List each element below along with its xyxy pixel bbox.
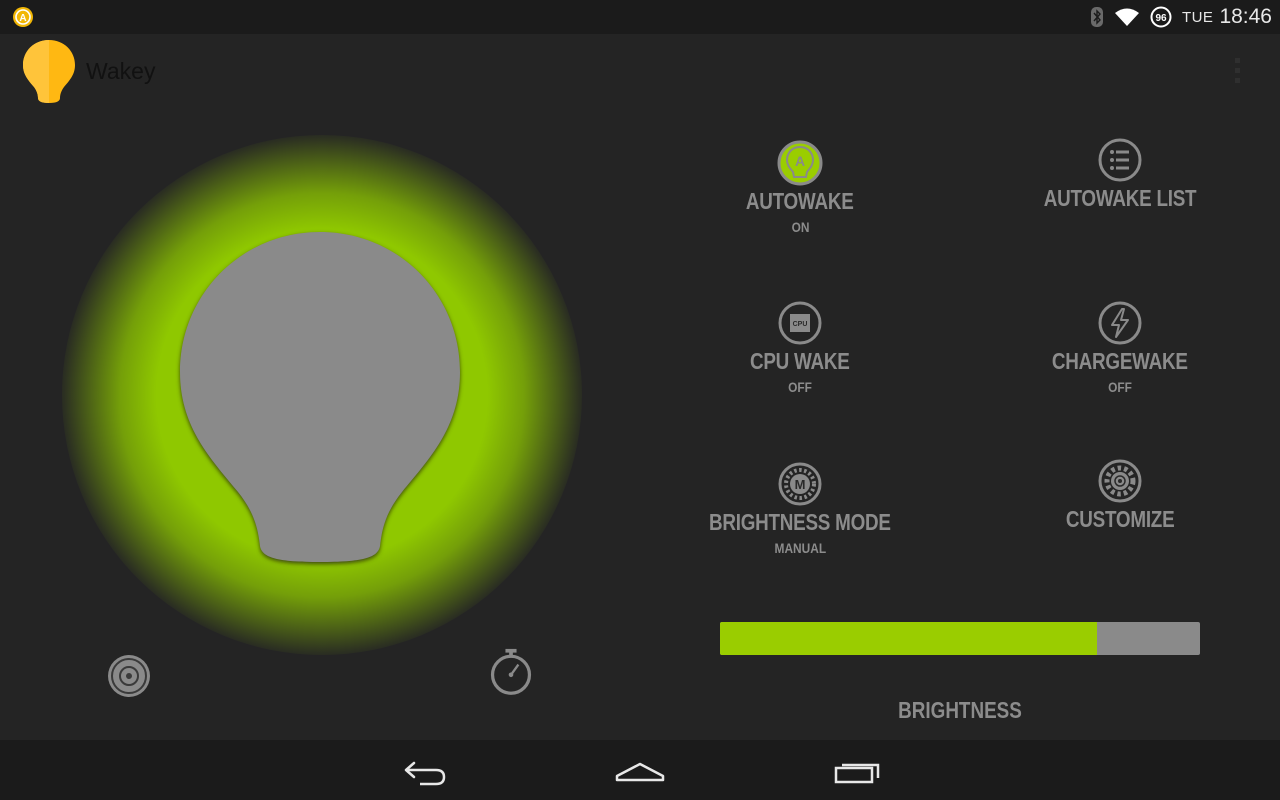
bulb-toggle[interactable] bbox=[150, 210, 490, 590]
status-icons: 96 TUE 18:46 bbox=[1090, 0, 1272, 34]
tile-status: ON bbox=[791, 219, 809, 235]
brightness-slider-fill bbox=[720, 622, 1097, 655]
timer-icon[interactable] bbox=[487, 648, 535, 696]
back-icon[interactable] bbox=[392, 748, 456, 792]
home-icon[interactable] bbox=[608, 748, 672, 792]
manual-mode-icon: M bbox=[778, 462, 822, 506]
brightness-slider[interactable] bbox=[720, 622, 1200, 655]
tile-cpu-wake[interactable]: CPU CPU WAKE OFF bbox=[670, 300, 930, 395]
status-day: TUE bbox=[1181, 8, 1214, 26]
autowake-notification-icon: A bbox=[13, 7, 33, 27]
gear-icon bbox=[1098, 459, 1142, 503]
tile-label: CHARGEWAKE bbox=[1052, 348, 1188, 374]
tile-status: MANUAL bbox=[774, 540, 826, 556]
tile-chargewake[interactable]: CHARGEWAKE OFF bbox=[990, 300, 1250, 395]
disc-icon[interactable] bbox=[105, 652, 153, 700]
tile-brightness-mode[interactable]: M BRIGHTNESS MODE MANUAL bbox=[670, 461, 930, 556]
autowake-icon: A bbox=[777, 140, 823, 186]
action-bar: Wakey bbox=[0, 34, 1280, 108]
tile-label: AUTOWAKE bbox=[746, 188, 854, 214]
tile-label: BRIGHTNESS MODE bbox=[709, 509, 891, 535]
app-title: Wakey bbox=[86, 58, 156, 84]
recents-icon[interactable] bbox=[824, 748, 888, 792]
bluetooth-icon bbox=[1090, 7, 1103, 27]
svg-text:A: A bbox=[19, 13, 26, 24]
svg-text:CPU: CPU bbox=[793, 321, 808, 328]
status-bar: A 96 TUE 18:46 bbox=[0, 0, 1280, 34]
tile-autowake-list[interactable]: AUTOWAKE LIST bbox=[990, 137, 1250, 212]
lightbulb-icon[interactable] bbox=[20, 38, 78, 104]
svg-text:A: A bbox=[795, 153, 805, 169]
list-icon bbox=[1098, 138, 1142, 182]
svg-text:M: M bbox=[795, 477, 806, 492]
tile-label: CUSTOMIZE bbox=[1065, 506, 1175, 532]
svg-text:96: 96 bbox=[1155, 13, 1167, 24]
overflow-menu-icon[interactable] bbox=[1228, 54, 1248, 88]
wifi-icon bbox=[1114, 8, 1139, 26]
tile-status: OFF bbox=[788, 379, 812, 395]
tile-customize[interactable]: CUSTOMIZE bbox=[990, 458, 1250, 533]
tile-autowake[interactable]: A AUTOWAKE ON bbox=[670, 140, 930, 235]
tile-status: OFF bbox=[1108, 379, 1132, 395]
tile-label: CPU WAKE bbox=[750, 348, 850, 374]
cpu-icon: CPU bbox=[778, 301, 822, 345]
tile-label: AUTOWAKE LIST bbox=[1043, 185, 1197, 211]
battery-icon: 96 bbox=[1150, 6, 1172, 28]
status-clock: 18:46 bbox=[1219, 5, 1272, 28]
navigation-bar bbox=[0, 740, 1280, 800]
brightness-label: BRIGHTNESS bbox=[898, 697, 1022, 723]
lightning-icon bbox=[1098, 301, 1142, 345]
